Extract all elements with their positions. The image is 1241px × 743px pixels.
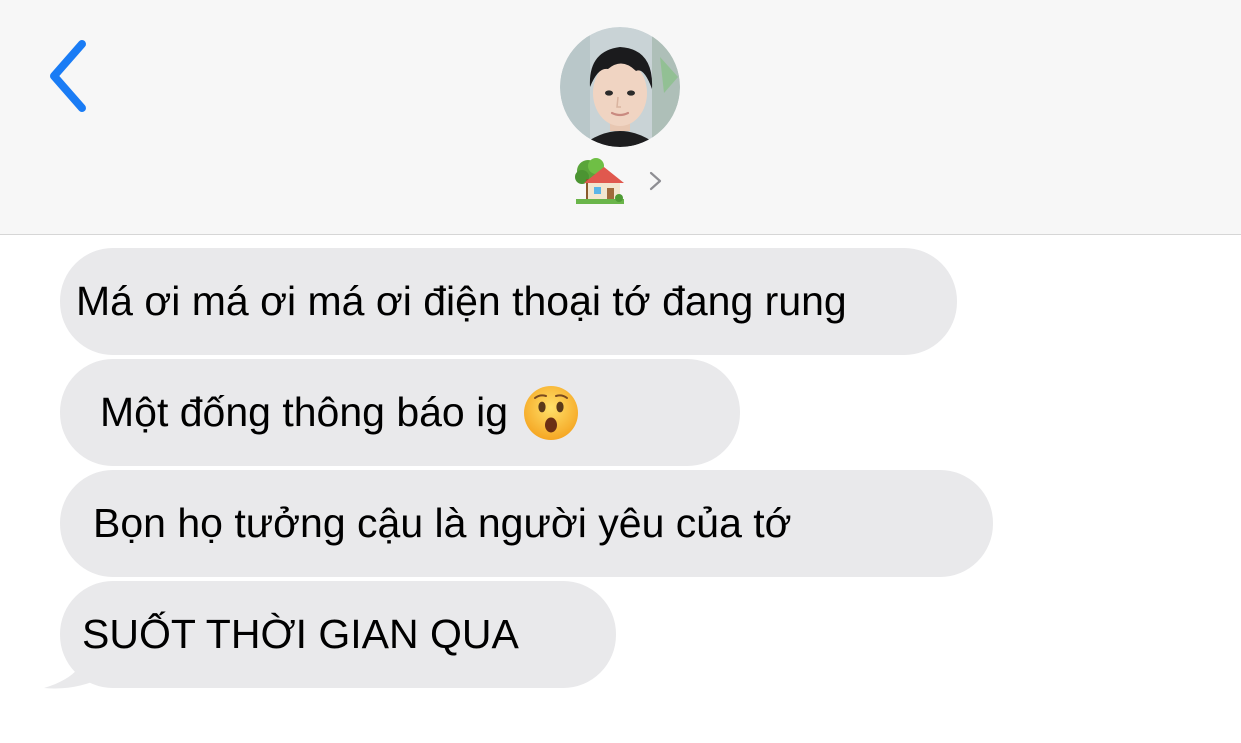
contact-avatar[interactable] <box>560 27 680 147</box>
message-text: SUỐT THỜI GIAN QUA <box>82 611 519 657</box>
message-bubble[interactable]: Bọn họ tưởng cậu là người yêu của tớ <box>60 470 993 577</box>
chevron-right-icon <box>649 171 662 191</box>
house-with-garden-icon <box>575 158 624 204</box>
message-bubble[interactable]: SUỐT THỜI GIAN QUA <box>60 581 616 688</box>
message-text: Bọn họ tưởng cậu là người yêu của tớ <box>93 500 792 546</box>
avatar-photo <box>560 27 680 147</box>
message-bubble[interactable]: Má ơi má ơi má ơi điện thoại tớ đang run… <box>60 248 957 355</box>
chevron-left-icon <box>50 40 86 112</box>
message-text: Má ơi má ơi má ơi điện thoại tớ đang run… <box>76 278 847 324</box>
conversation-header <box>0 0 1241 235</box>
hushed-face-icon <box>524 385 579 440</box>
message-bubble[interactable]: Một đống thông báo ig <box>60 359 740 466</box>
back-button[interactable] <box>40 38 100 114</box>
message-text: Một đống thông báo ig <box>100 389 509 435</box>
contact-name-row[interactable] <box>574 156 664 206</box>
